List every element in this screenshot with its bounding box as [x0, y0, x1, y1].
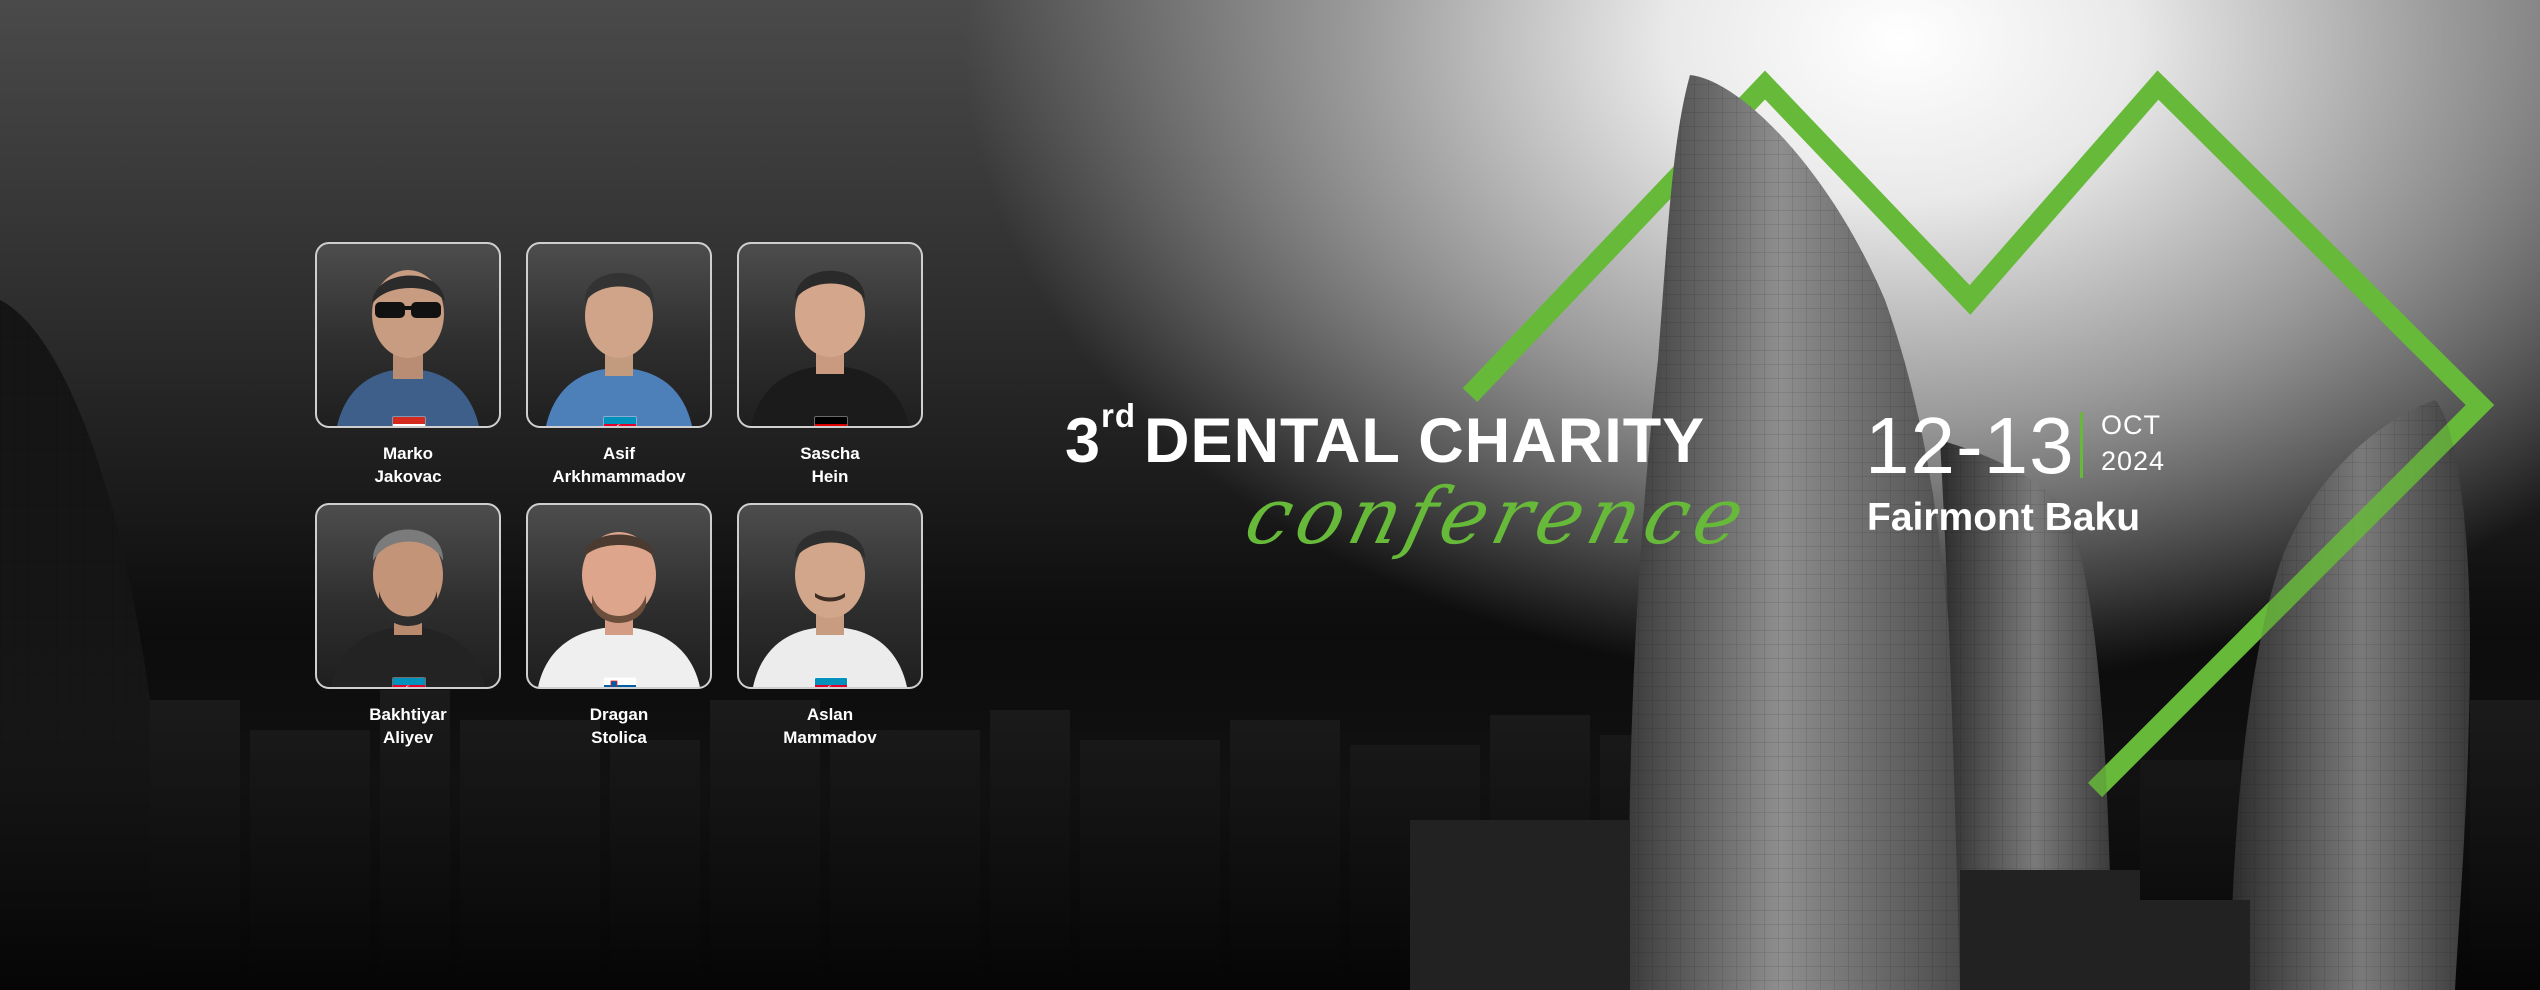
person-silhouette-icon	[753, 530, 907, 687]
speaker-last-name: Hein	[811, 467, 849, 486]
azerbaijan-flag-icon	[814, 677, 848, 687]
conference-banner: Marko Jakovac Asif Arkhmammadov Sascha H…	[0, 0, 2540, 990]
person-silhouette-icon	[337, 270, 479, 426]
speaker-card[interactable]: Sascha Hein	[737, 242, 923, 488]
conference-title: 3rd DENTAL CHARITY	[1065, 397, 1706, 477]
speaker-last-name: Stolica	[591, 728, 647, 747]
person-silhouette-icon	[751, 270, 909, 426]
germany-flag-icon	[814, 416, 848, 426]
event-date-venue: 12-13 OCT 2024 Fairmont Baku	[1865, 400, 2225, 550]
date-divider	[2080, 412, 2083, 478]
venue-name: Fairmont Baku	[1867, 496, 2141, 539]
speaker-last-name: Mammadov	[783, 728, 877, 747]
speaker-photo	[526, 503, 712, 689]
title-main-text: DENTAL CHARITY	[1144, 406, 1706, 476]
slovenia-flag-icon	[603, 677, 637, 687]
speaker-name: Dragan Stolica	[526, 703, 712, 749]
title-number: 3	[1065, 406, 1102, 476]
speaker-first-name: Bakhtiyar	[369, 705, 447, 724]
speaker-first-name: Aslan	[806, 705, 854, 724]
speaker-card[interactable]: Asif Arkhmammadov	[526, 242, 712, 488]
speaker-name: Asif Arkhmammadov	[526, 442, 712, 488]
azerbaijan-flag-icon	[392, 677, 426, 687]
speaker-first-name: Sascha	[800, 444, 860, 463]
speaker-card[interactable]: Aslan Mammadov	[737, 503, 923, 749]
speaker-name: Marko Jakovac	[315, 442, 501, 488]
speaker-first-name: Marko	[382, 444, 434, 463]
speaker-card[interactable]: Marko Jakovac	[315, 242, 501, 488]
speaker-first-name: Asif	[602, 444, 636, 463]
speaker-photo	[737, 242, 923, 428]
speaker-photo	[315, 503, 501, 689]
speaker-card[interactable]: Dragan Stolica	[526, 503, 712, 749]
date-month: OCT	[2101, 410, 2161, 440]
person-silhouette-icon	[331, 529, 485, 687]
speaker-photo	[737, 503, 923, 689]
title-script-word: conference	[1236, 472, 1759, 562]
speaker-name: Aslan Mammadov	[737, 703, 923, 749]
title-ordinal-suffix: rd	[1101, 397, 1137, 434]
speaker-last-name: Aliyev	[382, 728, 434, 747]
date-year: 2024	[2101, 446, 2166, 476]
speaker-card[interactable]: Bakhtiyar Aliyev	[315, 503, 501, 749]
speakers-grid: Marko Jakovac Asif Arkhmammadov Sascha H…	[0, 0, 1000, 800]
speaker-last-name: Jakovac	[374, 467, 442, 486]
speaker-name: Bakhtiyar Aliyev	[315, 703, 501, 749]
person-silhouette-icon	[546, 273, 692, 426]
person-silhouette-icon	[538, 532, 700, 687]
speaker-photo	[526, 242, 712, 428]
speaker-photo	[315, 242, 501, 428]
speaker-last-name: Arkhmammadov	[552, 467, 686, 486]
title-heading: 3rd DENTAL CHARITY	[1065, 397, 1706, 477]
speaker-first-name: Dragan	[589, 705, 649, 724]
date-range: 12-13	[1865, 401, 2075, 490]
croatia-flag-icon	[392, 416, 426, 426]
speaker-name: Sascha Hein	[737, 442, 923, 488]
azerbaijan-flag-icon	[603, 416, 637, 426]
